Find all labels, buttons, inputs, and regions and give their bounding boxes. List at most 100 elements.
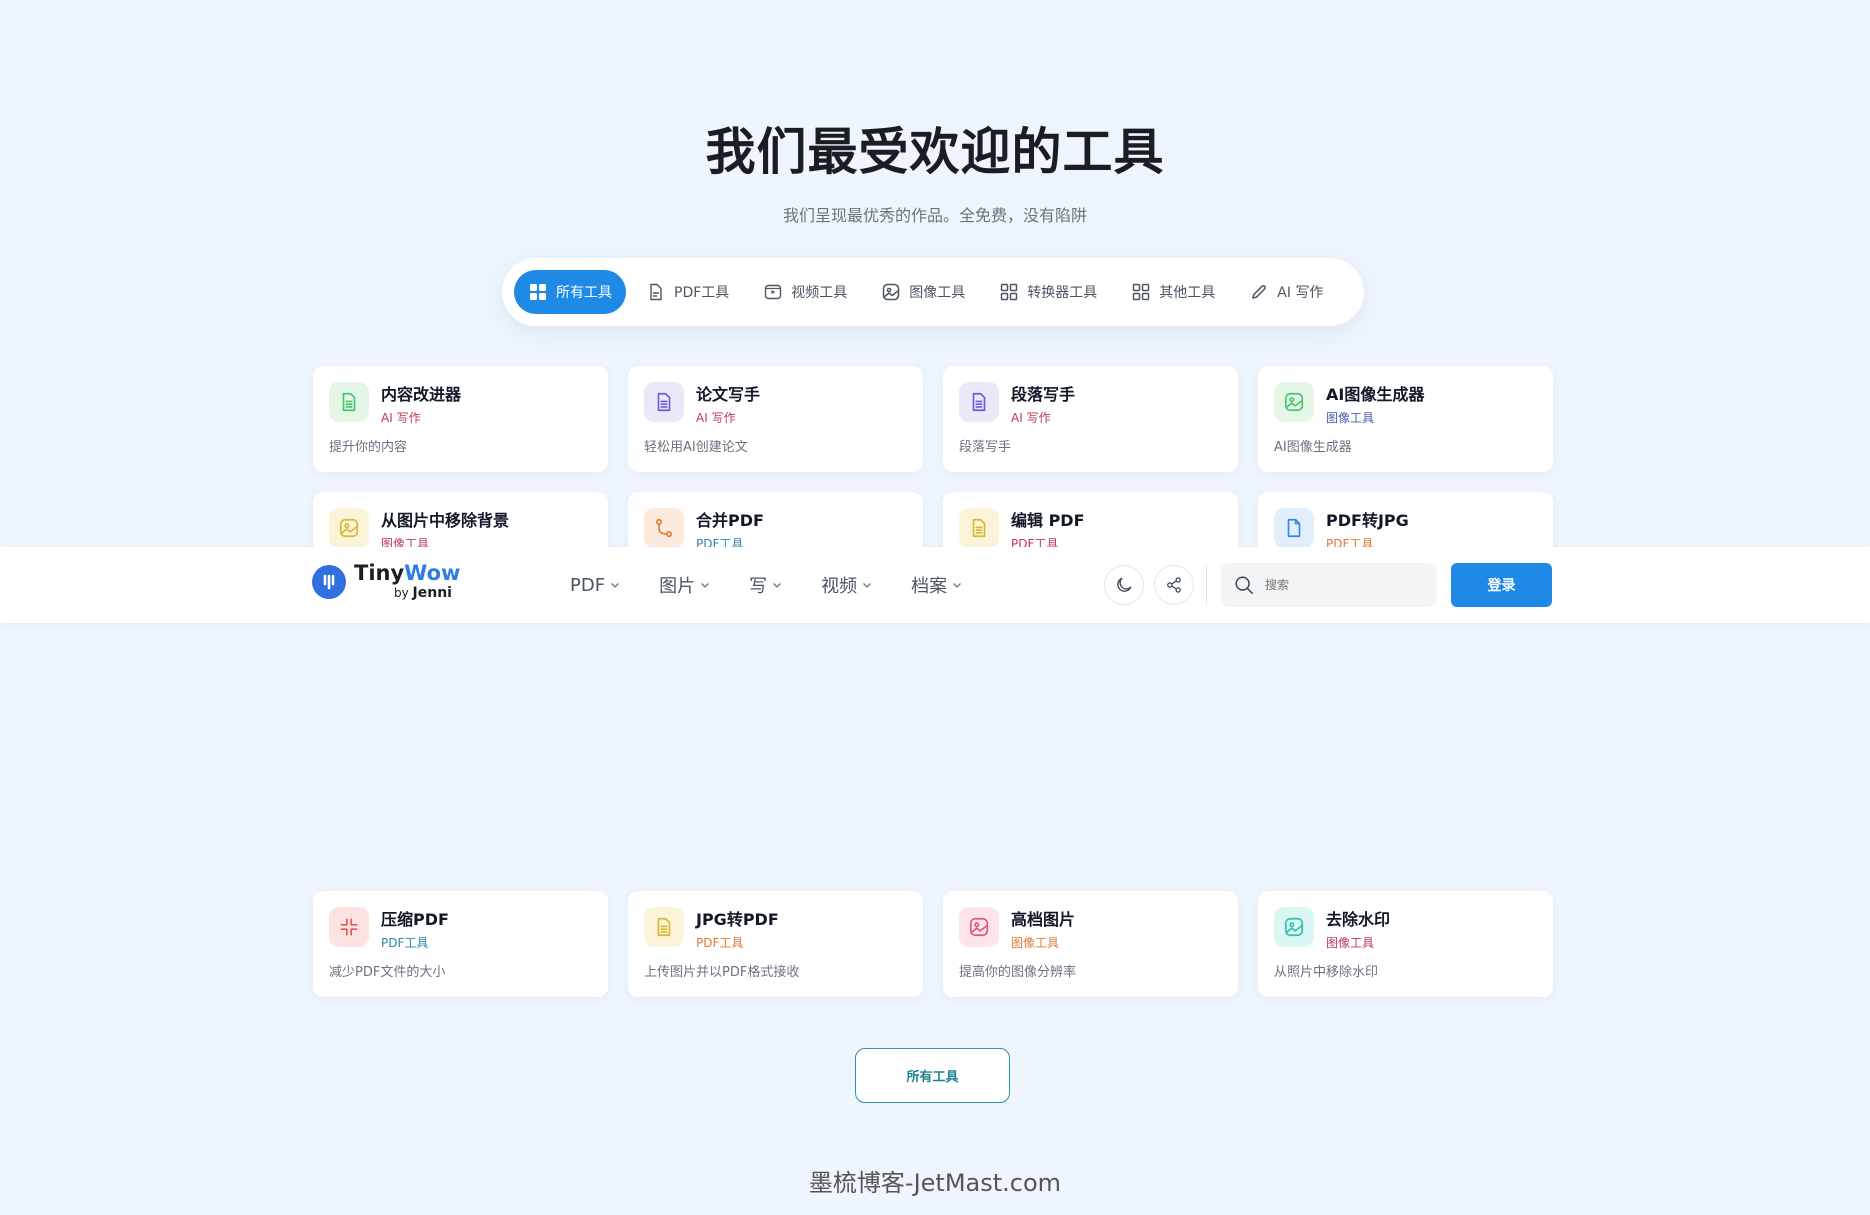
tool-card[interactable]: 内容改进器 AI 写作提升你的内容 — [313, 366, 608, 472]
tool-card-title: 去除水印 — [1326, 910, 1391, 929]
logo[interactable]: TinyWow by Jenni — [312, 563, 460, 600]
tool-card[interactable]: 论文写手 AI 写作轻松用AI创建论文 — [628, 366, 923, 472]
tool-card[interactable]: 段落写手 AI 写作 段落写手 — [943, 366, 1238, 472]
tool-card-title: 编辑 PDF — [1011, 511, 1085, 530]
hero-subtitle: 我们呈现最优秀的作品。全免费，没有陷阱 — [782, 206, 1087, 225]
tool-card-category: PDF工具 — [1011, 537, 1059, 547]
tool-card[interactable]: 压缩PDF PDF工具减少PDF文件的大小 — [313, 891, 608, 997]
tab-0[interactable]: 所有工具 — [514, 270, 626, 314]
search-box[interactable] — [1221, 563, 1437, 607]
menu-label: 图片 — [659, 576, 696, 597]
tool-card-category: PDF工具 — [696, 936, 744, 950]
chevron-down-icon — [771, 579, 783, 591]
tool-card-title: AI图像生成器 — [1326, 385, 1425, 404]
login-button[interactable]: 登录 — [1451, 563, 1552, 607]
grid-outline-icon — [999, 282, 1019, 302]
logo-jenni: Jenni — [412, 585, 452, 601]
hero-title: 我们最受欢迎的工具 — [705, 123, 1165, 181]
search-icon — [1235, 576, 1253, 594]
compress-icon — [329, 907, 369, 947]
pencil-icon — [1249, 282, 1269, 302]
tab-label: 其他工具 — [1159, 285, 1216, 301]
tool-card[interactable]: AI图像生成器 图像工具 AI图像生成器 — [1258, 366, 1553, 472]
tool-card-title: 内容改进器 — [381, 385, 462, 404]
chevron-down-icon — [951, 579, 963, 591]
document-icon — [959, 508, 999, 547]
logo-text-wow: Wow — [404, 561, 461, 585]
tab-2[interactable]: 视频工具 — [749, 270, 861, 314]
image-icon — [329, 508, 369, 547]
tool-card-title: 高档图片 — [1011, 910, 1076, 929]
tab-label: 图像工具 — [909, 285, 966, 301]
grid-outline-icon — [1131, 282, 1151, 302]
tool-card[interactable]: 合并PDF PDF工具 — [628, 492, 923, 547]
tool-card-title: 从图片中移除背景 — [381, 511, 510, 530]
video-icon — [763, 282, 783, 302]
pdf-file-icon — [646, 282, 666, 302]
menu-item-2[interactable]: 写 — [749, 572, 783, 598]
menu-label: PDF — [570, 574, 606, 596]
chevron-down-icon — [609, 579, 621, 591]
tab-6[interactable]: AI 写作 — [1235, 270, 1337, 314]
merge-icon — [644, 508, 684, 547]
all-tools-button[interactable]: 所有工具 — [855, 1048, 1010, 1103]
menu-label: 档案 — [911, 576, 948, 597]
tool-card-category: 图像工具 — [381, 537, 430, 547]
tool-card-category: PDF工具 — [381, 936, 429, 950]
tab-label: 视频工具 — [791, 285, 848, 301]
tool-card-title: 压缩PDF — [381, 910, 449, 929]
menu-item-1[interactable]: 图片 — [659, 572, 711, 598]
tab-label: PDF工具 — [674, 285, 730, 301]
tool-card-description: 段落写手 — [959, 440, 1012, 455]
navbar-divider — [1206, 565, 1207, 605]
image-icon — [1274, 907, 1314, 947]
menu-item-0[interactable]: PDF — [570, 575, 621, 596]
tool-card-title: 论文写手 — [696, 385, 761, 404]
image-icon — [1274, 382, 1314, 422]
tool-card-description: 轻松用AI创建论文 — [644, 440, 748, 455]
search-input[interactable] — [1265, 578, 1415, 592]
moon-icon — [1117, 577, 1132, 592]
chevron-down-icon — [861, 579, 873, 591]
tool-card-description: 减少PDF文件的大小 — [329, 965, 446, 980]
tab-1[interactable]: PDF工具 — [632, 270, 743, 314]
tab-5[interactable]: 其他工具 — [1117, 270, 1229, 314]
logo-by: by — [394, 586, 409, 600]
menu-label: 写 — [749, 576, 768, 597]
menu-item-3[interactable]: 视频 — [821, 572, 873, 598]
tab-label: 所有工具 — [556, 285, 612, 301]
menu-item-4[interactable]: 档案 — [911, 572, 963, 598]
image-icon — [881, 282, 901, 302]
dark-mode-button[interactable] — [1104, 565, 1144, 605]
tool-card[interactable]: PDF转JPG PDF工具 — [1258, 492, 1553, 547]
tool-card-category: AI 写作 — [696, 411, 736, 425]
tool-card-category: 图像工具 — [1326, 936, 1375, 950]
tool-card-category: AI 写作 — [381, 411, 421, 425]
tool-card[interactable]: 编辑 PDF PDF工具 — [943, 492, 1238, 547]
tool-card-category: 图像工具 — [1011, 936, 1060, 950]
category-tabs: 所有工具 PDF工具 视频工具 图像工具 转换器工具 其他工具 AI 写作 — [502, 258, 1364, 326]
share-button[interactable] — [1154, 565, 1194, 605]
tool-card-title: 段落写手 — [1011, 385, 1076, 404]
tool-card-category: AI 写作 — [1011, 411, 1051, 425]
grid-icon — [528, 282, 548, 302]
tool-card[interactable]: 高档图片图像工具提高你的图像分辨率 — [943, 891, 1238, 997]
tab-3[interactable]: 图像工具 — [867, 270, 979, 314]
tool-card[interactable]: 从图片中移除背景图像工具 — [313, 492, 608, 547]
tool-card-description: 上传图片并以PDF格式接收 — [644, 965, 800, 980]
navbar: TinyWow by Jenni PDF 图片 写 视频 档案 登录 — [0, 547, 1870, 623]
image-icon — [959, 907, 999, 947]
tool-card-description: 从照片中移除水印 — [1274, 965, 1379, 980]
tool-card-description: AI图像生成器 — [1274, 440, 1352, 455]
tool-card-title: JPG转PDF — [696, 910, 779, 929]
logo-text-tiny: Tiny — [354, 561, 405, 585]
tab-label: AI 写作 — [1277, 285, 1324, 301]
main-menu: PDF 图片 写 视频 档案 — [570, 547, 963, 623]
document-icon — [644, 382, 684, 422]
tool-card[interactable]: 去除水印图像工具从照片中移除水印 — [1258, 891, 1553, 997]
tool-card-description: 提升你的内容 — [329, 440, 408, 455]
tab-4[interactable]: 转换器工具 — [985, 270, 1111, 314]
watermark-text: 墨梳博客-JetMast.com — [808, 1169, 1062, 1197]
tool-card-description: 提高你的图像分辨率 — [959, 965, 1077, 980]
tool-card[interactable]: JPG转PDF PDF工具上传图片并以PDF格式接收 — [628, 891, 923, 997]
